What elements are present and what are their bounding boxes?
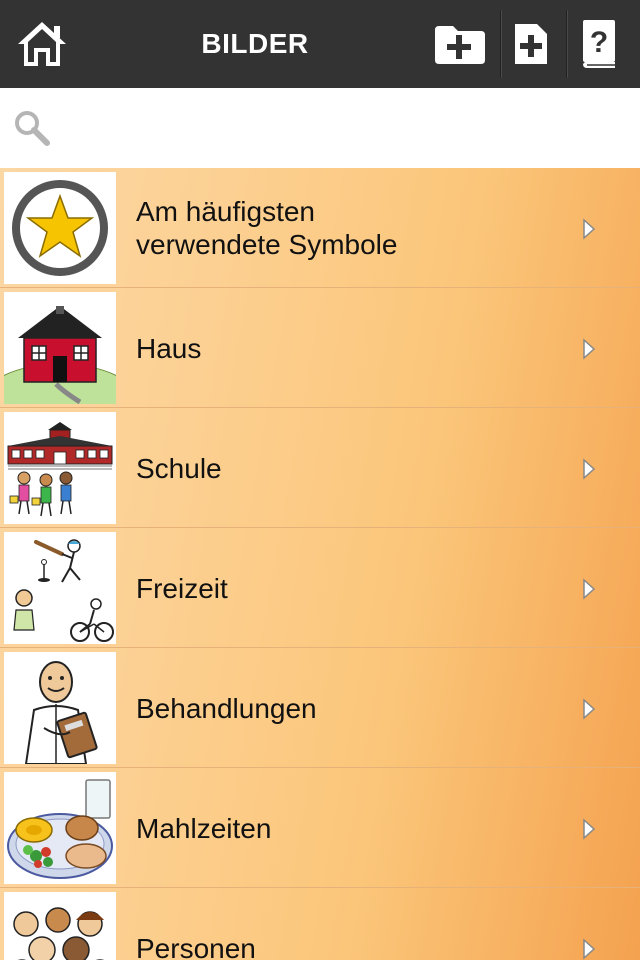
list-item-label: Freizeit: [136, 572, 228, 604]
chevron-right-icon: [583, 938, 596, 960]
search-input[interactable]: [60, 102, 620, 154]
document-plus-icon: [515, 24, 547, 64]
home-button[interactable]: [14, 18, 70, 70]
list-item[interactable]: Haus: [0, 288, 640, 408]
add-item-button[interactable]: [508, 14, 554, 74]
toolbar-divider: [500, 10, 502, 78]
chevron-right-icon: [583, 578, 596, 600]
meal-icon: [4, 772, 116, 884]
home-icon: [18, 22, 66, 66]
people-icon: [4, 892, 116, 960]
search-bar: [0, 88, 640, 168]
category-list: Am häufigsten verwendete Symbole Haus Sc…: [0, 168, 640, 960]
list-item-label: Haus: [136, 332, 202, 364]
help-button[interactable]: ?: [576, 14, 624, 74]
leisure-icon: [4, 532, 116, 644]
chevron-right-icon: [583, 698, 596, 720]
chevron-right-icon: [583, 458, 596, 480]
list-item-label: Mahlzeiten: [136, 812, 272, 844]
list-item-label: Schule: [136, 452, 222, 484]
chevron-right-icon: [583, 338, 596, 360]
school-icon: [4, 412, 116, 524]
folder-plus-icon: [435, 26, 485, 64]
house-icon: [4, 292, 116, 404]
top-bar: BILDER ?: [0, 0, 640, 88]
chevron-right-icon: [583, 218, 596, 240]
list-item[interactable]: Schule: [0, 408, 640, 528]
treatment-icon: [4, 652, 116, 764]
list-item[interactable]: Am häufigsten verwendete Symbole: [0, 168, 640, 288]
add-folder-button[interactable]: [428, 14, 492, 74]
list-item[interactable]: Behandlungen: [0, 648, 640, 768]
search-icon: [15, 111, 50, 146]
toolbar-divider: [566, 10, 568, 78]
list-item-label: Am häufigsten verwendete Symbole: [136, 196, 398, 260]
list-item[interactable]: Personen: [0, 888, 640, 960]
svg-text:?: ?: [590, 26, 608, 59]
list-item-label: Personen: [136, 932, 256, 960]
page-title: BILDER: [201, 28, 309, 59]
help-book-icon: ?: [583, 20, 615, 68]
list-item-label: Behandlungen: [136, 692, 317, 724]
list-item[interactable]: Freizeit: [0, 528, 640, 648]
star-icon: [4, 172, 116, 284]
chevron-right-icon: [583, 818, 596, 840]
list-item[interactable]: Mahlzeiten: [0, 768, 640, 888]
